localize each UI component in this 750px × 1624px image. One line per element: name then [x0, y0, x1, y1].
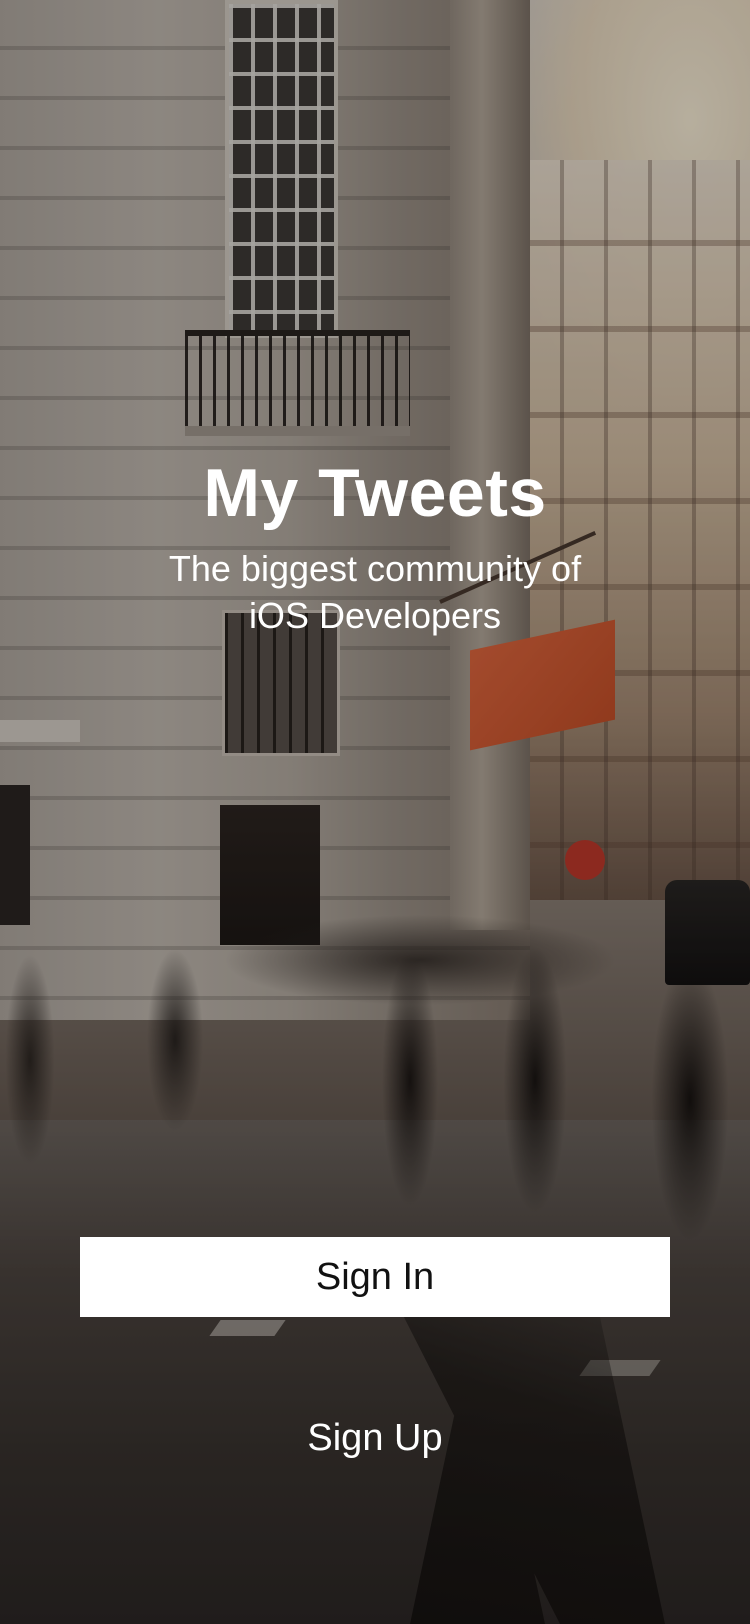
- app-title: My Tweets: [203, 455, 547, 531]
- dark-overlay: [0, 0, 750, 1624]
- subtitle-line-1: The biggest community of: [168, 548, 582, 589]
- background-photo: [0, 0, 750, 1624]
- sign-in-button[interactable]: Sign In: [80, 1237, 670, 1317]
- subtitle-line-2: iOS Developers: [248, 595, 502, 636]
- sign-up-button[interactable]: Sign Up: [225, 1410, 525, 1466]
- app-subtitle: The biggest community of iOS Developers: [125, 545, 625, 639]
